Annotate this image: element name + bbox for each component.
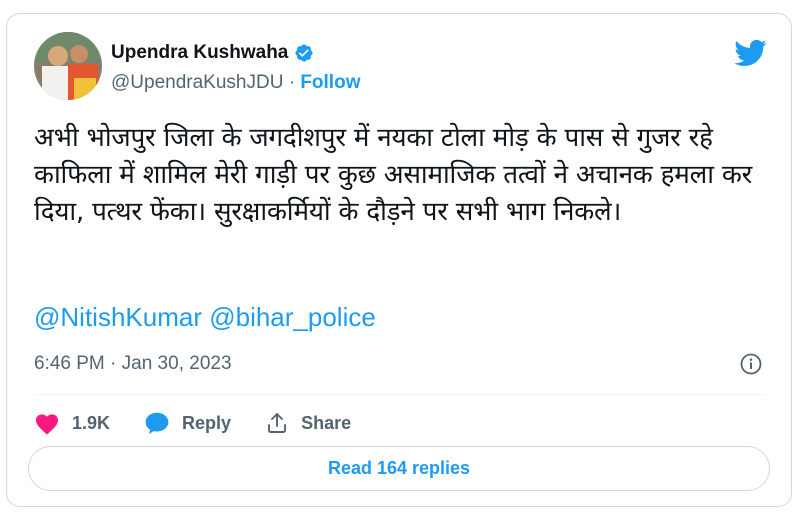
read-replies-button[interactable]: Read 164 replies (28, 446, 770, 491)
tweet-timestamp[interactable]: 6:46 PM · Jan 30, 2023 (34, 353, 232, 375)
twitter-bird-icon[interactable] (733, 36, 767, 70)
share-button[interactable]: Share (265, 411, 351, 435)
speech-bubble-icon (144, 411, 170, 435)
action-bar: 1.9K Reply Share (34, 406, 385, 440)
author-name[interactable]: Upendra Kushwaha (111, 42, 288, 64)
tweet-text: अभी भोजपुर जिला के जगदीशपुर में नयका टोल… (34, 123, 753, 227)
verified-badge-icon (294, 43, 314, 63)
info-icon[interactable] (739, 352, 763, 376)
divider (34, 394, 765, 395)
avatar[interactable] (34, 32, 102, 100)
follow-button[interactable]: Follow (300, 72, 360, 93)
reply-button[interactable]: Reply (144, 411, 231, 435)
tweet-card: Upendra Kushwaha @UpendraKushJDU · Follo… (6, 13, 792, 507)
share-arrow-icon (265, 411, 289, 435)
like-button[interactable]: 1.9K (34, 411, 110, 435)
mention-link[interactable]: @bihar_police (209, 302, 376, 332)
author-handle[interactable]: @UpendraKushJDU (111, 72, 283, 93)
tweet-mentions: @NitishKumar @bihar_police (34, 302, 376, 333)
share-label: Share (301, 412, 352, 433)
heart-icon (34, 411, 60, 435)
author-handle-row: @UpendraKushJDU · Follow (111, 72, 360, 94)
author-name-row: Upendra Kushwaha (111, 42, 314, 64)
mention-link[interactable]: @NitishKumar (34, 302, 202, 332)
handle-separator: · (283, 72, 301, 93)
reply-label: Reply (182, 412, 232, 433)
like-count: 1.9K (72, 412, 111, 433)
